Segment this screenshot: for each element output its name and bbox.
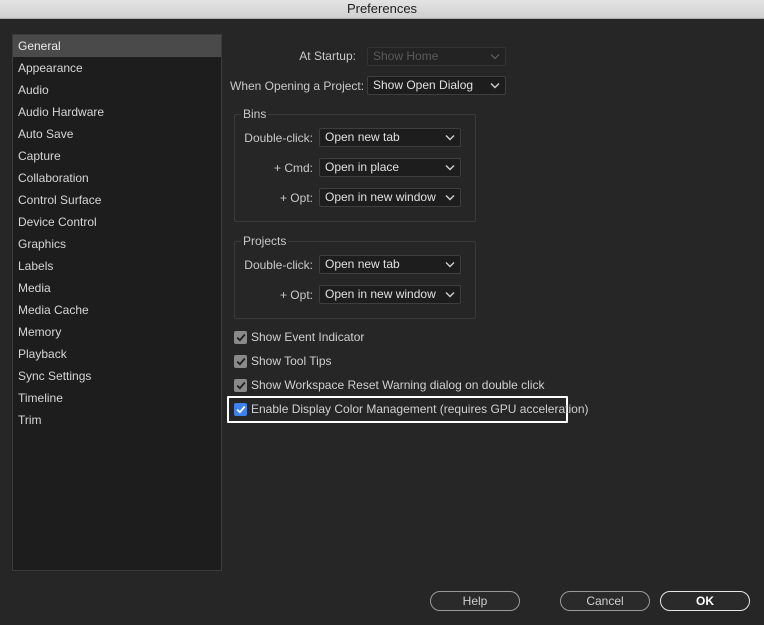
sidebar-item-labels[interactable]: Labels xyxy=(13,255,221,277)
sidebar-item-device-control[interactable]: Device Control xyxy=(13,211,221,233)
show-workspace-reset-warning-label: Show Workspace Reset Warning dialog on d… xyxy=(251,378,545,392)
sidebar-item-memory[interactable]: Memory xyxy=(13,321,221,343)
bins-opt-dropdown[interactable]: Open in new window xyxy=(319,188,461,207)
checkmark-icon xyxy=(236,405,245,414)
ok-button[interactable]: OK xyxy=(660,591,750,611)
projects-group-title: Projects xyxy=(241,234,289,248)
checkmark-icon xyxy=(236,381,245,390)
sidebar-item-appearance[interactable]: Appearance xyxy=(13,57,221,79)
sidebar-item-timeline[interactable]: Timeline xyxy=(13,387,221,409)
sidebar-item-graphics[interactable]: Graphics xyxy=(13,233,221,255)
enable-display-color-management-checkbox[interactable] xyxy=(234,402,247,416)
enable-display-color-management-row[interactable]: Enable Display Color Management (require… xyxy=(234,401,589,417)
sidebar-item-capture[interactable]: Capture xyxy=(13,145,221,167)
sidebar-item-playback[interactable]: Playback xyxy=(13,343,221,365)
projects-opt-dropdown[interactable]: Open in new window xyxy=(319,285,461,304)
checkmark-icon xyxy=(236,357,245,366)
bins-double-click-value: Open new tab xyxy=(325,130,400,144)
sidebar-item-audio[interactable]: Audio xyxy=(13,79,221,101)
sidebar-item-media[interactable]: Media xyxy=(13,277,221,299)
checkmark-icon xyxy=(236,333,245,342)
projects-group xyxy=(234,241,476,319)
bins-cmd-dropdown[interactable]: Open in place xyxy=(319,158,461,177)
show-tool-tips-label: Show Tool Tips xyxy=(251,354,332,368)
sidebar-item-general[interactable]: General xyxy=(13,35,221,57)
chevron-down-icon xyxy=(445,134,455,141)
chevron-down-icon xyxy=(445,194,455,201)
help-button[interactable]: Help xyxy=(430,591,520,611)
chevron-down-icon xyxy=(445,261,455,268)
show-workspace-reset-warning-checkbox[interactable] xyxy=(234,378,247,392)
cancel-button[interactable]: Cancel xyxy=(560,591,650,611)
show-workspace-reset-warning-row[interactable]: Show Workspace Reset Warning dialog on d… xyxy=(234,377,544,393)
sidebar-item-trim[interactable]: Trim xyxy=(13,409,221,431)
bins-opt-value: Open in new window xyxy=(325,190,436,204)
preferences-sidebar: General Appearance Audio Audio Hardware … xyxy=(12,34,222,571)
when-opening-dropdown[interactable]: Show Open Dialog xyxy=(367,76,506,95)
sidebar-item-auto-save[interactable]: Auto Save xyxy=(13,123,221,145)
chevron-down-icon xyxy=(445,291,455,298)
projects-double-click-label: Double-click: xyxy=(244,258,313,272)
bins-double-click-dropdown[interactable]: Open new tab xyxy=(319,128,461,147)
bins-opt-label: + Opt: xyxy=(279,191,313,205)
show-event-indicator-label: Show Event Indicator xyxy=(251,330,365,344)
chevron-down-icon xyxy=(490,82,500,89)
sidebar-item-collaboration[interactable]: Collaboration xyxy=(13,167,221,189)
sidebar-item-media-cache[interactable]: Media Cache xyxy=(13,299,221,321)
projects-opt-value: Open in new window xyxy=(325,287,436,301)
projects-double-click-dropdown[interactable]: Open new tab xyxy=(319,255,461,274)
chevron-down-icon xyxy=(445,164,455,171)
projects-double-click-value: Open new tab xyxy=(325,257,400,271)
bins-cmd-label: + Cmd: xyxy=(273,161,313,175)
chevron-down-icon xyxy=(490,53,500,60)
at-startup-label: At Startup: xyxy=(299,49,356,63)
sidebar-item-sync-settings[interactable]: Sync Settings xyxy=(13,365,221,387)
bins-double-click-label: Double-click: xyxy=(244,131,313,145)
when-opening-value: Show Open Dialog xyxy=(373,78,474,92)
enable-display-color-management-label: Enable Display Color Management (require… xyxy=(251,402,589,416)
show-event-indicator-checkbox[interactable] xyxy=(234,330,247,344)
projects-opt-label: + Opt: xyxy=(279,288,313,302)
bins-cmd-value: Open in place xyxy=(325,160,400,174)
show-event-indicator-row[interactable]: Show Event Indicator xyxy=(234,329,364,345)
show-tool-tips-row[interactable]: Show Tool Tips xyxy=(234,353,332,369)
show-tool-tips-checkbox[interactable] xyxy=(234,354,247,368)
sidebar-item-audio-hardware[interactable]: Audio Hardware xyxy=(13,101,221,123)
at-startup-dropdown: Show Home xyxy=(367,47,506,66)
bins-group-title: Bins xyxy=(241,107,269,121)
window-title: Preferences xyxy=(0,0,764,19)
at-startup-value: Show Home xyxy=(373,49,439,63)
when-opening-label: When Opening a Project: xyxy=(230,79,365,93)
sidebar-item-control-surface[interactable]: Control Surface xyxy=(13,189,221,211)
